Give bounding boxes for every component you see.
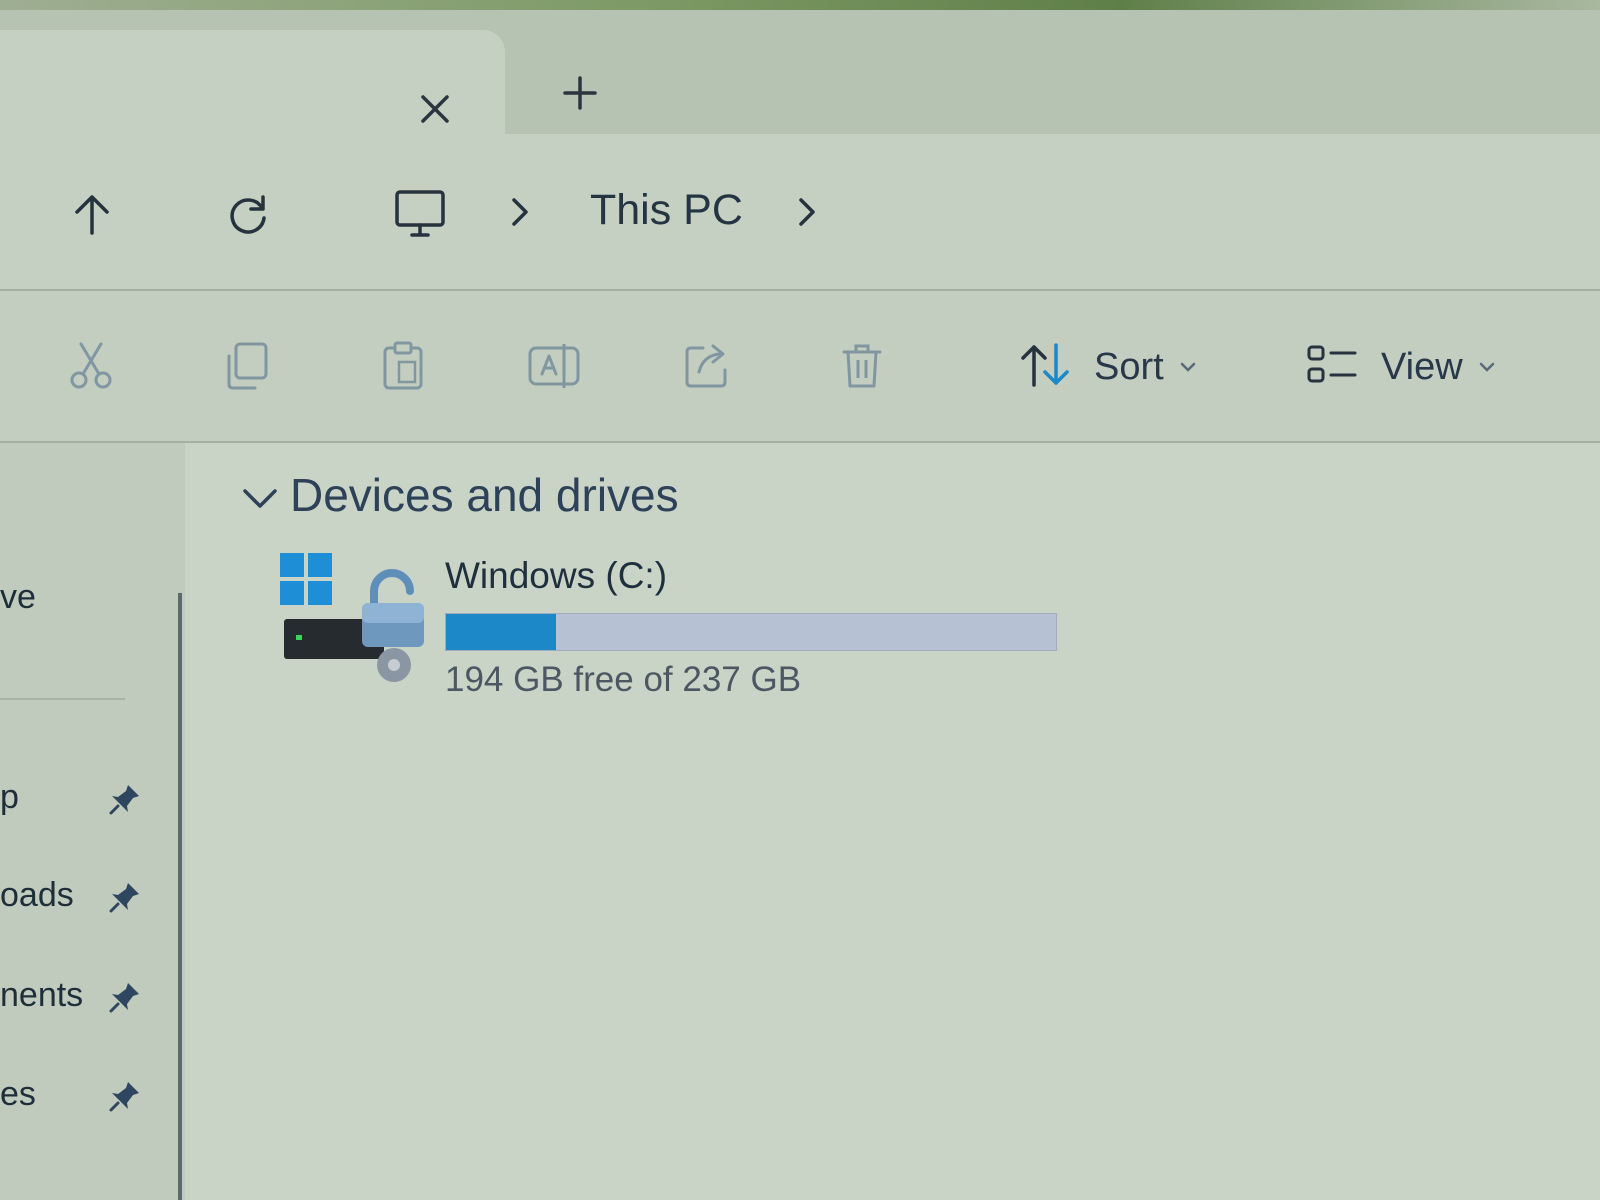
- sidebar-item-label: nents: [0, 976, 84, 1014]
- sidebar-item-label: ve: [0, 578, 36, 616]
- pane-splitter[interactable]: [178, 593, 182, 1200]
- delete-icon[interactable]: [833, 337, 891, 395]
- drive-usage-bar: [445, 613, 1057, 651]
- refresh-icon[interactable]: [218, 184, 278, 244]
- drive-item[interactable]: Windows (C:) 194 GB free of 237 GB: [280, 553, 1080, 703]
- pin-icon[interactable]: [108, 980, 142, 1014]
- sidebar-item-2[interactable]: oads: [0, 866, 170, 926]
- window-top-edge: [0, 0, 1600, 10]
- sidebar-item-3[interactable]: nents: [0, 966, 170, 1026]
- cut-icon[interactable]: [62, 337, 120, 395]
- command-bar: Sort View: [0, 291, 1600, 443]
- breadcrumb-this-pc[interactable]: This PC: [590, 186, 743, 235]
- share-icon[interactable]: [678, 337, 736, 395]
- plus-icon[interactable]: [555, 68, 605, 118]
- sidebar-item-label: oads: [0, 876, 74, 914]
- pin-icon[interactable]: [108, 782, 142, 816]
- sidebar-item-1[interactable]: p: [0, 768, 170, 828]
- pin-icon[interactable]: [108, 880, 142, 914]
- section-title[interactable]: Devices and drives: [290, 468, 679, 522]
- view-button[interactable]: View: [1305, 337, 1495, 397]
- rename-icon[interactable]: [525, 337, 583, 395]
- paste-icon[interactable]: [374, 337, 432, 395]
- sort-icon: [1018, 341, 1072, 394]
- close-icon[interactable]: [410, 84, 460, 134]
- chevron-down-icon: [1180, 362, 1196, 372]
- drive-name: Windows (C:): [445, 555, 668, 596]
- tab-bar: [0, 10, 1600, 144]
- monitor-icon[interactable]: [390, 184, 450, 244]
- address-bar: This PC: [0, 134, 1600, 291]
- sort-button[interactable]: Sort: [1018, 337, 1196, 397]
- navigation-pane: ve p oads nents es: [0, 443, 185, 1200]
- chevron-right-icon[interactable]: [792, 192, 822, 232]
- view-label: View: [1381, 345, 1463, 388]
- sort-label: Sort: [1094, 345, 1164, 388]
- view-list-icon: [1305, 341, 1359, 394]
- drive-space-text: 194 GB free of 237 GB: [445, 660, 802, 699]
- chevron-down-icon: [1479, 362, 1495, 372]
- sidebar-item-0[interactable]: ve: [0, 568, 170, 628]
- copy-icon[interactable]: [218, 337, 276, 395]
- main-content: Devices and drives Windows (C:) 194 GB f…: [185, 443, 1600, 1200]
- sidebar-separator: [0, 698, 125, 700]
- windows-drive-bitlocker-icon: [280, 553, 424, 682]
- arrow-up-icon[interactable]: [62, 184, 122, 244]
- drive-usage-fill: [446, 614, 556, 650]
- sidebar-item-label: p: [0, 778, 19, 816]
- sidebar-item-label: es: [0, 1075, 36, 1113]
- chevron-right-icon[interactable]: [505, 192, 535, 232]
- tab-this-pc[interactable]: [0, 30, 505, 144]
- pin-icon[interactable]: [108, 1079, 142, 1113]
- sidebar-item-4[interactable]: es: [0, 1065, 170, 1125]
- chevron-down-icon[interactable]: [240, 483, 280, 515]
